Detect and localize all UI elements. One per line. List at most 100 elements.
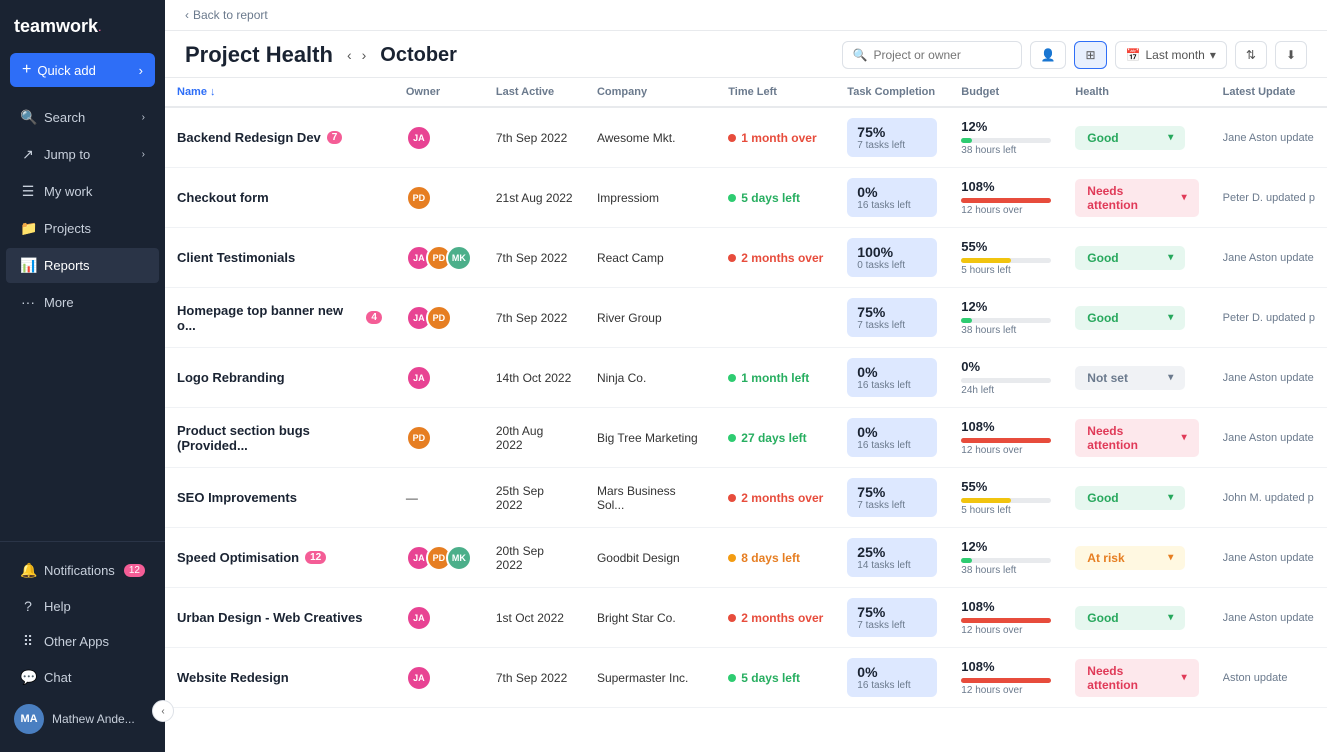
project-name[interactable]: Speed Optimisation12	[177, 550, 382, 565]
project-name[interactable]: Backend Redesign Dev7	[177, 130, 382, 145]
latest-update-cell: Peter D. updated p	[1211, 288, 1327, 348]
folder-icon: 📁	[20, 220, 36, 237]
project-name[interactable]: SEO Improvements	[177, 490, 382, 505]
last-active-cell: 7th Sep 2022	[484, 648, 585, 708]
prev-month-button[interactable]: ‹	[343, 45, 356, 65]
task-completion-percent: 25%	[857, 544, 927, 560]
sidebar-item-reports[interactable]: 📊 Reports	[6, 248, 159, 283]
col-latest-update[interactable]: Latest Update	[1211, 78, 1327, 107]
table-header: Name Owner Last Active Company Time Left…	[165, 78, 1327, 107]
time-left-label: 2 months over	[741, 251, 823, 265]
page-header: Project Health ‹ › October 🔍 👤 ⊞ 📅 Last …	[165, 31, 1327, 78]
col-task-completion[interactable]: Task Completion	[835, 78, 949, 107]
budget-percent: 55%	[961, 239, 1051, 254]
user-profile[interactable]: MA Mathew Ande...	[0, 696, 165, 742]
project-name[interactable]: Website Redesign	[177, 670, 382, 685]
time-left-cell: 2 months over	[716, 588, 835, 648]
col-budget[interactable]: Budget	[949, 78, 1063, 107]
company-cell: Ninja Co.	[585, 348, 716, 408]
budget-cell: 55%5 hours left	[949, 468, 1063, 528]
health-badge[interactable]: Not set▾	[1075, 366, 1185, 390]
sidebar-item-jump-to[interactable]: ↗ Jump to ›	[6, 137, 159, 172]
avatar-group: PD	[406, 185, 472, 211]
quick-add-button[interactable]: + Quick add ›	[10, 53, 155, 87]
plus-icon: +	[22, 61, 31, 79]
budget-bar	[961, 138, 972, 143]
col-company[interactable]: Company	[585, 78, 716, 107]
last-month-label: Last month	[1145, 48, 1204, 62]
health-label: Good	[1087, 311, 1118, 325]
status-dot	[728, 134, 736, 142]
health-badge[interactable]: Good▾	[1075, 246, 1185, 270]
search-box[interactable]: 🔍	[842, 41, 1022, 69]
health-badge[interactable]: Needs attention▾	[1075, 659, 1198, 697]
col-last-active[interactable]: Last Active	[484, 78, 585, 107]
health-cell: Needs attention▾	[1063, 648, 1210, 708]
budget-percent: 108%	[961, 179, 1051, 194]
col-time-left[interactable]: Time Left	[716, 78, 835, 107]
project-name[interactable]: Urban Design - Web Creatives	[177, 610, 382, 625]
sidebar-item-search[interactable]: 🔍 Search ›	[6, 100, 159, 135]
status-dot	[728, 614, 736, 622]
time-left: 27 days left	[728, 431, 823, 445]
health-cell: Good▾	[1063, 468, 1210, 528]
health-dropdown-icon: ▾	[1168, 252, 1173, 263]
health-label: Good	[1087, 491, 1118, 505]
avatar: JA	[406, 365, 432, 391]
health-badge[interactable]: Good▾	[1075, 606, 1185, 630]
col-owner[interactable]: Owner	[394, 78, 484, 107]
filter-button[interactable]: ⇅	[1235, 41, 1267, 69]
sidebar-item-chat[interactable]: 💬 Chat	[6, 660, 159, 695]
time-left: 2 months over	[728, 611, 823, 625]
avatar: PD	[406, 185, 432, 211]
health-badge[interactable]: Good▾	[1075, 486, 1185, 510]
sidebar-item-mywork[interactable]: ☰ My work	[6, 174, 159, 209]
search-input[interactable]	[873, 48, 1003, 62]
person-icon: 👤	[1041, 48, 1056, 62]
owner-cell: JA	[394, 648, 484, 708]
sidebar-item-help[interactable]: ? Help	[6, 589, 159, 623]
time-left: 2 months over	[728, 491, 823, 505]
table-row: Product section bugs (Provided...PD20th …	[165, 408, 1327, 468]
chevron-right-icon: ›	[142, 149, 145, 160]
project-name[interactable]: Client Testimonials	[177, 250, 382, 265]
project-name[interactable]: Product section bugs (Provided...	[177, 423, 382, 453]
grid-view-button[interactable]: ⊞	[1074, 41, 1106, 69]
project-name[interactable]: Logo Rebranding	[177, 370, 382, 385]
health-badge[interactable]: Needs attention▾	[1075, 179, 1198, 217]
project-badge: 7	[327, 131, 343, 144]
back-link[interactable]: ‹ Back to report	[185, 8, 1307, 22]
col-name[interactable]: Name	[165, 78, 394, 107]
col-health[interactable]: Health	[1063, 78, 1210, 107]
latest-update-cell: Jane Aston update	[1211, 107, 1327, 168]
next-month-button[interactable]: ›	[358, 45, 371, 65]
sidebar-item-otherapps[interactable]: ⠿ Other Apps	[6, 624, 159, 659]
time-left-cell: 2 months over	[716, 468, 835, 528]
budget-cell: 12%38 hours left	[949, 528, 1063, 588]
health-badge[interactable]: At risk▾	[1075, 546, 1185, 570]
time-left: 8 days left	[728, 551, 823, 565]
task-completion-badge: 0%16 tasks left	[847, 358, 937, 397]
health-badge[interactable]: Needs attention▾	[1075, 419, 1198, 457]
health-cell: Good▾	[1063, 228, 1210, 288]
last-month-button[interactable]: 📅 Last month ▾	[1115, 41, 1227, 69]
sidebar-collapse-button[interactable]: ‹	[152, 700, 174, 722]
budget-bar-wrap	[961, 198, 1051, 203]
download-button[interactable]: ⬇	[1275, 41, 1307, 69]
project-name[interactable]: Checkout form	[177, 190, 382, 205]
sidebar-item-projects[interactable]: 📁 Projects	[6, 211, 159, 246]
sidebar-item-notifications[interactable]: 🔔 Notifications 12	[6, 553, 159, 588]
sidebar-item-more[interactable]: ··· More	[6, 285, 159, 319]
person-filter-button[interactable]: 👤	[1030, 41, 1067, 69]
budget-bar	[961, 498, 1011, 503]
budget-sublabel: 12 hours over	[961, 685, 1051, 696]
sidebar-item-label: Jump to	[44, 147, 90, 162]
last-active-cell: 20th Sep 2022	[484, 528, 585, 588]
reports-icon: 📊	[20, 257, 36, 274]
chevron-right-icon: ›	[139, 63, 143, 78]
time-left-cell: 1 month left	[716, 348, 835, 408]
health-badge[interactable]: Good▾	[1075, 306, 1185, 330]
health-badge[interactable]: Good▾	[1075, 126, 1185, 150]
project-name[interactable]: Homepage top banner new o...4	[177, 303, 382, 333]
avatar-group: JA	[406, 665, 472, 691]
